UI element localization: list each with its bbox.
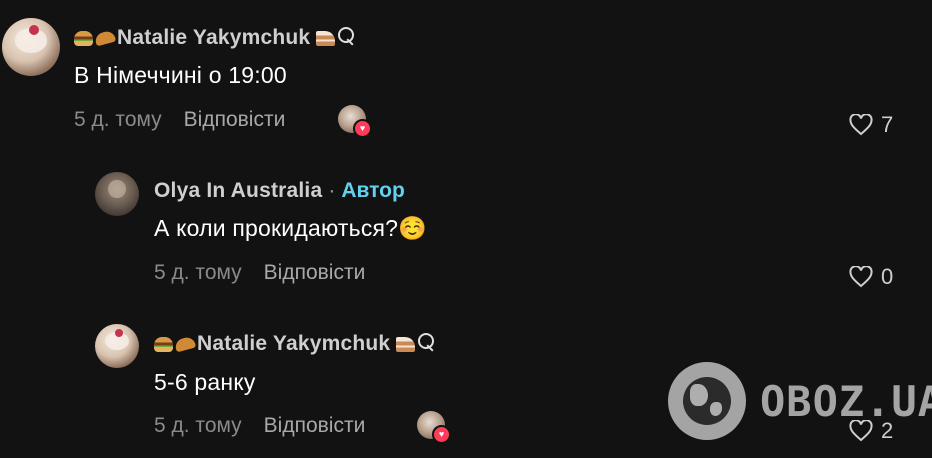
avatar[interactable] [95,324,139,368]
burger-croissant-emoji-icon [154,335,197,353]
avatar[interactable] [95,172,139,216]
comment-text: А коли прокидаються?☺️ [154,215,428,241]
comment-meta: 5 д. тому Відповісти [74,108,285,132]
comment-text: В Німеччині о 19:00 [74,62,287,88]
watermark: OBOZ.UA [668,362,932,440]
comment-author-row[interactable]: Natalie Yakymchuk [154,332,435,356]
cake-lollipop-emoji-icon [390,333,435,352]
like-button[interactable]: 7 [849,112,893,138]
comment-author-row[interactable]: Olya In Australia · Автор [154,179,405,203]
comment-author-name[interactable]: Natalie Yakymchuk [117,26,310,50]
burger-croissant-emoji-icon [74,29,117,47]
comment-author-name[interactable]: Olya In Australia [154,179,322,203]
comment-text: 5-6 ранку [154,369,256,395]
heart-outline-icon[interactable] [849,266,873,288]
author-separator: · [328,179,336,202]
reply-button[interactable]: Відповісти [184,108,286,132]
like-button[interactable]: 0 [849,264,893,290]
avatar[interactable] [2,18,60,76]
comment-timestamp: 5 д. тому [154,414,242,437]
creator-liked-avatar: ♥ [417,411,451,444]
creator-liked-avatar: ♥ [338,105,372,138]
like-count: 0 [881,264,894,289]
comment-timestamp: 5 д. тому [154,261,242,284]
heart-badge-icon: ♥ [432,425,451,444]
comment-author-name[interactable]: Natalie Yakymchuk [197,332,390,356]
reply-button[interactable]: Відповісти [264,261,366,285]
watermark-text: OBOZ.UA [760,376,932,426]
cake-lollipop-emoji-icon [310,27,355,46]
heart-badge-icon: ♥ [353,119,372,138]
comment-timestamp: 5 д. тому [74,108,162,131]
like-count: 7 [881,112,894,137]
comment-meta: 5 д. тому Відповісти [154,261,365,285]
author-badge: Автор [341,179,405,202]
heart-outline-icon[interactable] [849,114,873,136]
comment-author-row[interactable]: Natalie Yakymchuk [74,26,355,50]
comment-meta: 5 д. тому Відповісти [154,414,365,438]
globe-icon [668,362,746,440]
reply-button[interactable]: Відповісти [264,414,366,438]
